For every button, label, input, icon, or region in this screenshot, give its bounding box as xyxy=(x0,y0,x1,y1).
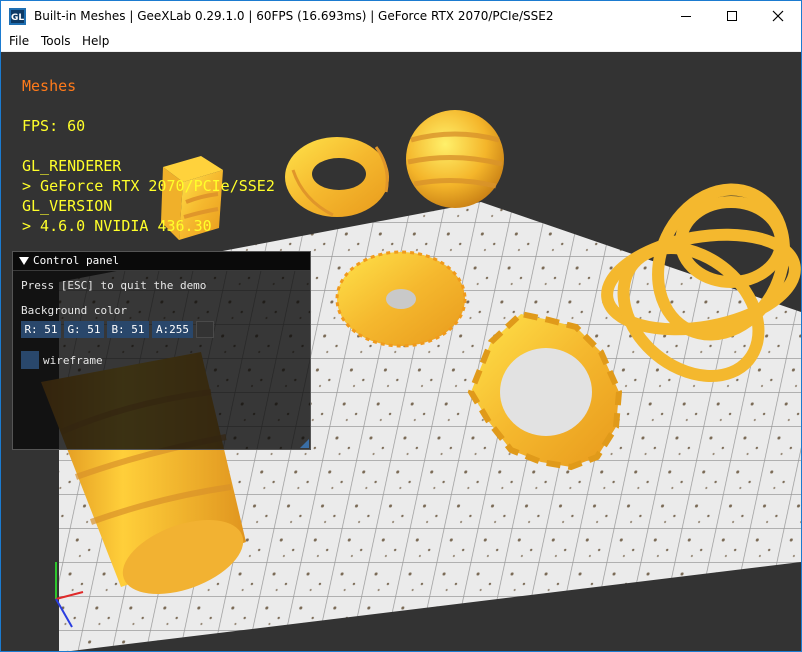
control-panel-title: Control panel xyxy=(33,254,120,267)
menu-tools[interactable]: Tools xyxy=(41,34,71,48)
menu-bar: File Tools Help xyxy=(1,31,801,52)
control-panel[interactable]: Control panel Press [ESC] to quit the de… xyxy=(12,251,311,450)
minimize-button[interactable] xyxy=(663,1,709,31)
menu-file[interactable]: File xyxy=(9,34,29,48)
blue-channel-input[interactable]: B: 51 xyxy=(107,321,149,338)
collapse-triangle-icon[interactable] xyxy=(19,256,29,266)
menu-help[interactable]: Help xyxy=(82,34,109,48)
app-window: GL Built-in Meshes | GeeXLab 0.29.1.0 | … xyxy=(0,0,802,652)
window-title: Built-in Meshes | GeeXLab 0.29.1.0 | 60F… xyxy=(34,9,554,23)
green-channel-input[interactable]: G: 51 xyxy=(64,321,104,338)
close-icon xyxy=(772,10,784,22)
minimize-icon xyxy=(681,16,691,17)
hud-renderer-label: GL_RENDERER xyxy=(22,157,122,175)
maximize-icon xyxy=(727,11,737,21)
hud-fps: FPS: 60 xyxy=(22,117,86,135)
torus-mesh xyxy=(285,137,389,217)
background-color-label: Background color xyxy=(21,304,127,317)
render-viewport[interactable]: Meshes FPS: 60 GL_RENDERER > GeForce RTX… xyxy=(1,52,801,651)
control-panel-header[interactable]: Control panel xyxy=(13,252,310,271)
svg-text:GL: GL xyxy=(11,13,24,23)
wireframe-label: wireframe xyxy=(43,354,103,367)
sphere-mesh xyxy=(406,110,504,208)
hud-renderer-value: > GeForce RTX 2070/PCIe/SSE2 xyxy=(22,177,275,195)
title-bar[interactable]: GL Built-in Meshes | GeeXLab 0.29.1.0 | … xyxy=(1,1,801,31)
quit-hint-text: Press [ESC] to quit the demo xyxy=(21,279,207,292)
background-color-swatch[interactable] xyxy=(196,321,214,338)
red-channel-input[interactable]: R: 51 xyxy=(21,321,61,338)
geexlab-logo-icon: GL xyxy=(9,8,26,25)
hud-version-value: > 4.6.0 NVIDIA 436.30 xyxy=(22,217,212,235)
alpha-channel-input[interactable]: A:255 xyxy=(152,321,193,338)
wireframe-checkbox[interactable] xyxy=(21,351,39,369)
hud-title: Meshes xyxy=(22,77,77,95)
hud-version-label: GL_VERSION xyxy=(22,197,113,215)
resize-grip-icon[interactable] xyxy=(300,439,309,448)
maximize-button[interactable] xyxy=(709,1,755,31)
disc-mesh xyxy=(335,250,467,348)
close-button[interactable] xyxy=(755,1,801,31)
